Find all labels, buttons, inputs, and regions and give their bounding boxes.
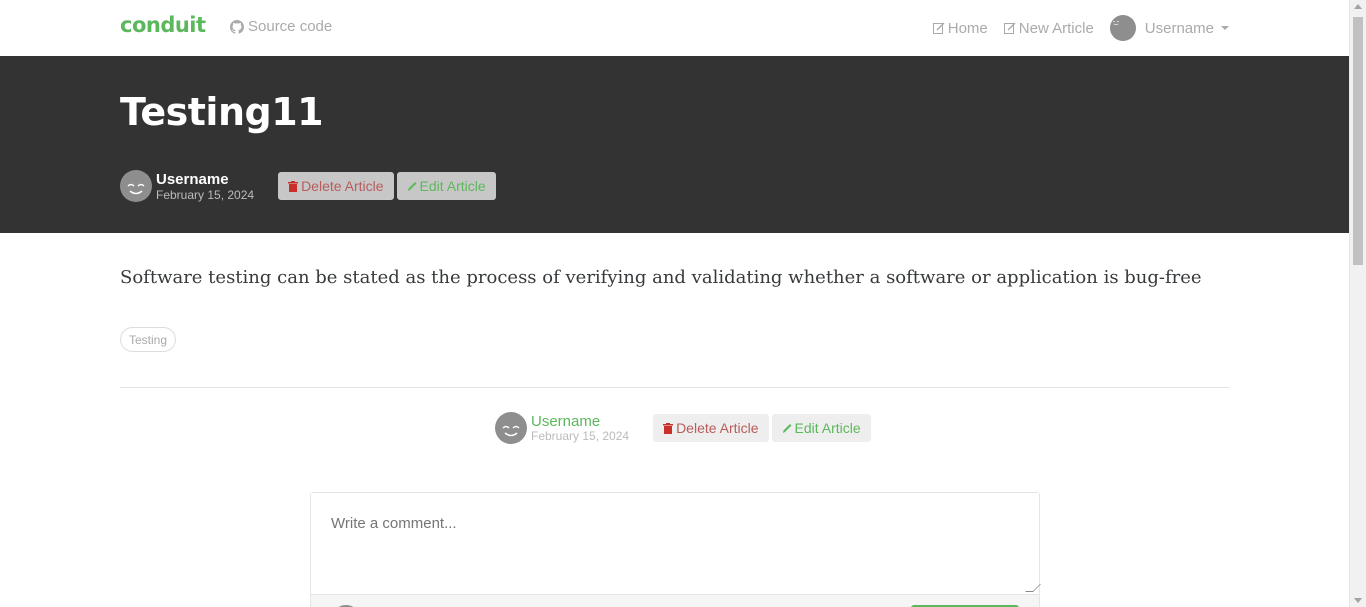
tag-pill[interactable]: Testing	[120, 327, 177, 352]
scroll-down-icon[interactable]	[1354, 598, 1362, 603]
nav-new-article-label: New Article	[1018, 19, 1094, 37]
author-avatar[interactable]	[495, 412, 527, 444]
pencil-icon	[782, 423, 792, 433]
source-code-label: Source code	[248, 18, 333, 35]
delete-article-button[interactable]: Delete Article	[278, 172, 394, 200]
article-date: February 15, 2024	[156, 187, 255, 202]
scroll-up-icon[interactable]	[1354, 4, 1362, 9]
scrollbar[interactable]	[1349, 0, 1366, 607]
nav-home[interactable]: Home	[932, 19, 988, 37]
delete-article-label: Delete Article	[676, 420, 759, 436]
github-icon	[230, 19, 244, 34]
nav-home-label: Home	[947, 19, 988, 37]
article-meta: Username February 15, 2024 Delete Articl…	[120, 170, 496, 202]
chevron-down-icon	[1221, 26, 1229, 30]
author-avatar[interactable]	[120, 170, 152, 202]
comment-footer	[311, 594, 1039, 607]
scrollbar-thumb[interactable]	[1353, 17, 1363, 265]
author-info: Username February 15, 2024	[156, 172, 254, 201]
article-date: February 15, 2024	[531, 429, 630, 443]
comment-form	[310, 492, 1041, 607]
avatar	[1109, 15, 1136, 41]
edit-article-label: Edit Article	[794, 420, 861, 436]
author-info: Username February 15, 2024	[531, 414, 629, 442]
article-meta-bottom: Username February 15, 2024 Delete Articl…	[495, 412, 871, 444]
nav-new-article[interactable]: New Article	[1003, 19, 1094, 37]
edit-article-button[interactable]: Edit Article	[771, 414, 871, 442]
compose-icon	[1003, 22, 1016, 34]
nav-username-label: Username	[1144, 19, 1214, 37]
pencil-icon	[407, 181, 417, 191]
delete-article-label: Delete Article	[301, 178, 384, 194]
nav-links: Home New Article Username	[917, 14, 1229, 42]
article-title: Testing11	[120, 90, 324, 134]
article-body: Software testing can be stated as the pr…	[120, 267, 1202, 288]
comment-input[interactable]	[311, 493, 1039, 594]
source-code-link[interactable]: Source code	[230, 18, 332, 35]
edit-icon	[932, 22, 945, 34]
edit-article-button[interactable]: Edit Article	[396, 172, 496, 200]
author-name[interactable]: Username	[156, 172, 254, 187]
trash-icon	[288, 180, 299, 192]
author-name[interactable]: Username	[531, 414, 629, 429]
article-banner: Testing11 Username February 15, 2024 Del…	[0, 56, 1349, 233]
brand-logo[interactable]: conduit	[120, 13, 206, 37]
trash-icon	[663, 422, 674, 434]
edit-article-label: Edit Article	[419, 178, 486, 194]
nav-user-menu[interactable]: Username	[1109, 15, 1229, 41]
navbar: conduit Source code Home New Article Use…	[0, 0, 1349, 56]
divider	[120, 387, 1230, 388]
delete-article-button[interactable]: Delete Article	[653, 414, 769, 442]
page: conduit Source code Home New Article Use…	[0, 0, 1349, 607]
